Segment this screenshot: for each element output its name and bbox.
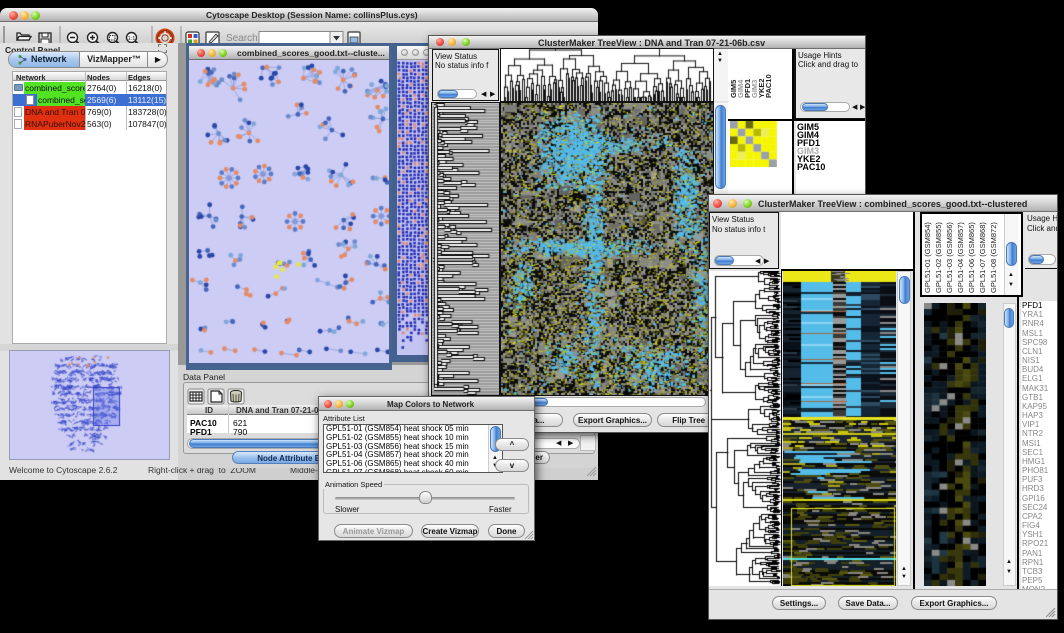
svg-text:1:1: 1:1 — [128, 36, 136, 42]
